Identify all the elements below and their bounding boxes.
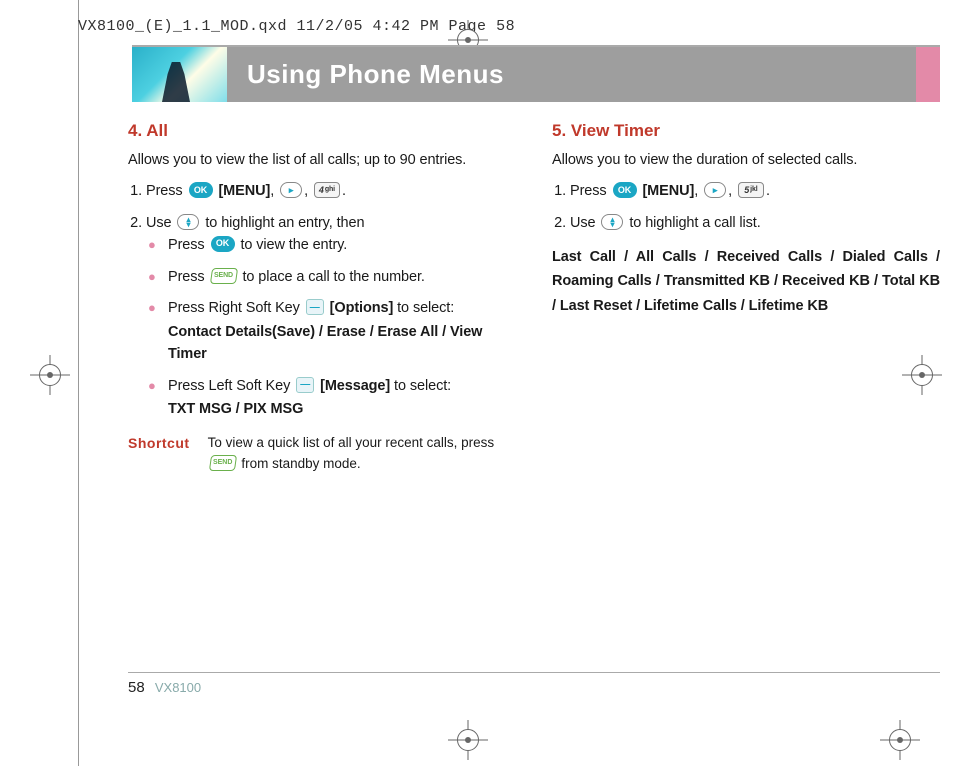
message-opts: TXT MSG / PIX MSG: [168, 399, 516, 421]
text: Press: [570, 183, 607, 199]
right-soft-key-icon: [306, 299, 324, 315]
ok-icon: OK: [211, 236, 235, 252]
text: ,: [694, 183, 698, 199]
banner-photo: [132, 47, 227, 102]
text: to highlight an entry, then: [205, 215, 364, 231]
text: ,: [304, 183, 308, 199]
banner: Using Phone Menus: [132, 47, 940, 102]
text: SEND: [214, 270, 233, 281]
column-right: 5. View Timer Allows you to view the dur…: [552, 118, 940, 475]
text: .: [766, 183, 770, 199]
nav-right-icon: [280, 182, 302, 198]
model-number: VX8100: [155, 680, 201, 695]
text: jkl: [750, 185, 757, 196]
text: .: [342, 183, 346, 199]
nav-right-icon: [704, 182, 726, 198]
text: from standby mode.: [241, 456, 360, 471]
step-2-right: Use to highlight a call list.: [570, 213, 940, 235]
ok-icon: OK: [189, 182, 213, 198]
nav-updown-icon: [177, 214, 199, 230]
heading-view-timer: 5. View Timer: [552, 118, 940, 144]
options-label: [Options]: [330, 300, 394, 316]
intro-view-timer: Allows you to view the duration of selec…: [552, 150, 940, 172]
text: to view the entry.: [240, 237, 347, 253]
text: ghi: [325, 185, 335, 196]
text: to highlight a call list.: [629, 215, 760, 231]
register-mark-left: [30, 355, 70, 395]
key-5-icon: 5jkl: [738, 182, 764, 198]
key-4-icon: 4ghi: [314, 182, 340, 198]
shortcut-label: Shortcut: [128, 433, 190, 475]
text: to place a call to the number.: [242, 269, 424, 285]
send-icon: SEND: [209, 268, 237, 284]
page-body: Using Phone Menus 4. All Allows you to v…: [78, 45, 954, 766]
shortcut-text: To view a quick list of all your recent …: [208, 433, 495, 475]
banner-accent: [916, 47, 940, 102]
text: to select:: [394, 378, 451, 394]
text: 4: [319, 184, 324, 198]
bullet-view-entry: Press OK to view the entry.: [164, 235, 516, 257]
text: To view a quick list of all your recent …: [208, 435, 495, 450]
text: Press Right Soft Key: [168, 300, 300, 316]
column-left: 4. All Allows you to view the list of al…: [128, 118, 516, 475]
options-list: Contact Details(Save) / Erase / Erase Al…: [168, 322, 516, 366]
text: ,: [728, 183, 732, 199]
shortcut-block: Shortcut To view a quick list of all you…: [128, 433, 516, 475]
text: to select:: [397, 300, 454, 316]
menu-label: [MENU]: [218, 183, 270, 199]
heading-all: 4. All: [128, 118, 516, 144]
text: Press: [146, 183, 183, 199]
banner-title: Using Phone Menus: [227, 47, 916, 102]
send-icon: SEND: [208, 455, 236, 471]
page-number: 58: [128, 679, 145, 696]
text: Press: [168, 237, 205, 253]
text: Press Left Soft Key: [168, 378, 290, 394]
text: 5: [744, 184, 749, 198]
text: Use: [570, 215, 596, 231]
message-label: [Message]: [320, 378, 390, 394]
text: Press: [168, 269, 205, 285]
left-soft-key-icon: [296, 377, 314, 393]
text: Use: [146, 215, 172, 231]
footer: 58 VX8100: [128, 672, 940, 696]
menu-label: [MENU]: [642, 183, 694, 199]
step-1-left: Press OK [MENU], , 4ghi.: [146, 181, 516, 203]
bullet-options: Press Right Soft Key [Options] to select…: [164, 298, 516, 365]
nav-updown-icon: [601, 214, 623, 230]
bullet-place-call: Press SEND to place a call to the number…: [164, 267, 516, 289]
text: ,: [270, 183, 274, 199]
bullet-message: Press Left Soft Key [Message] to select:…: [164, 376, 516, 422]
rule-footer: [128, 672, 940, 673]
view-timer-options: Last Call / All Calls / Received Calls /…: [552, 245, 940, 319]
ok-icon: OK: [613, 182, 637, 198]
step-1-right: Press OK [MENU], , 5jkl.: [570, 181, 940, 203]
intro-all: Allows you to view the list of all calls…: [128, 150, 516, 172]
text: SEND: [213, 458, 232, 469]
step-2-left: Use to highlight an entry, then Press OK…: [146, 213, 516, 421]
